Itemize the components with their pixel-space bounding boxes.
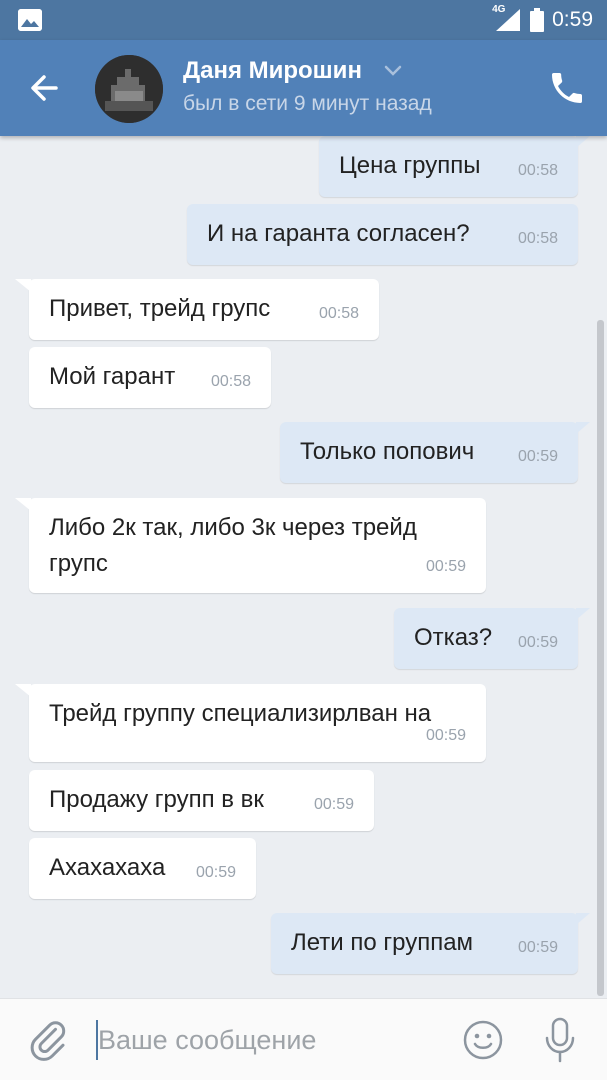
bubble-tail bbox=[576, 608, 590, 620]
message-time: 00:59 bbox=[517, 939, 558, 956]
message-bubble-incoming[interactable]: Трейд группу специализирлван на 00:59 bbox=[15, 684, 486, 762]
battery-icon bbox=[530, 8, 545, 32]
gallery-icon bbox=[18, 9, 42, 31]
back-button[interactable] bbox=[24, 68, 68, 108]
message-text: Ахахахаха bbox=[49, 854, 166, 881]
message-text: Мой гарант bbox=[49, 363, 176, 390]
signal-icon: 4G bbox=[492, 4, 522, 32]
message-text: И на гаранта согласен? bbox=[207, 220, 470, 247]
bubble-tail bbox=[576, 913, 590, 925]
bubble-tail bbox=[15, 279, 31, 292]
message-input[interactable] bbox=[98, 1019, 438, 1061]
message-text: Трейд группу специализирлван на bbox=[49, 700, 432, 727]
message-time: 00:59 bbox=[517, 448, 558, 465]
message-bubble-outgoing[interactable]: И на гаранта согласен? 00:58 bbox=[187, 204, 578, 265]
attach-button[interactable] bbox=[28, 1019, 68, 1063]
phone-icon bbox=[552, 73, 582, 103]
message-time: 00:58 bbox=[517, 230, 558, 247]
message-text: Продажу групп в вк bbox=[49, 786, 264, 813]
message-bubble-incoming[interactable]: Привет, трейд групс 00:58 bbox=[15, 279, 379, 340]
message-time: 00:59 bbox=[517, 634, 558, 651]
message-text: Привет, трейд групс bbox=[49, 295, 271, 322]
message-time: 00:59 bbox=[425, 558, 466, 575]
message-time: 00:58 bbox=[318, 305, 359, 322]
message-time: 00:58 bbox=[517, 162, 558, 179]
message-time: 00:59 bbox=[195, 864, 236, 881]
last-seen-status: был в сети 9 минут назад bbox=[183, 92, 432, 115]
message-text: Отказ? bbox=[414, 624, 493, 651]
message-bubble-outgoing[interactable]: Цена группы 00:58 bbox=[319, 136, 590, 197]
bubble-tail bbox=[15, 498, 31, 511]
voice-message-button[interactable] bbox=[543, 1016, 577, 1064]
message-text: Цена группы bbox=[339, 152, 481, 179]
microphone-icon bbox=[545, 1017, 575, 1063]
scrollbar[interactable] bbox=[597, 320, 604, 996]
status-time: 0:59 bbox=[552, 8, 593, 31]
message-bubble-incoming[interactable]: Либо 2к так, либо 3к через трейд групс 0… bbox=[15, 498, 486, 593]
chevron-down-icon[interactable] bbox=[383, 64, 403, 83]
message-list[interactable]: Цена группы 00:58 И на гаранта согласен?… bbox=[0, 136, 607, 998]
message-bubble-incoming[interactable]: Ахахахаха 00:59 bbox=[29, 838, 256, 899]
message-time: 00:59 bbox=[425, 727, 466, 744]
message-bubble-outgoing[interactable]: Только попович 00:59 bbox=[280, 422, 590, 483]
message-time: 00:59 bbox=[313, 796, 354, 813]
emoji-button[interactable] bbox=[462, 1019, 504, 1061]
message-text: Только попович bbox=[300, 438, 475, 465]
back-arrow-icon bbox=[31, 75, 58, 101]
message-composer bbox=[0, 998, 607, 1080]
avatar[interactable] bbox=[95, 55, 163, 123]
status-bar: 4G 0:59 bbox=[0, 0, 607, 40]
bubble-tail bbox=[15, 684, 31, 697]
message-time: 00:58 bbox=[210, 373, 251, 390]
message-bubble-incoming[interactable]: Мой гарант 00:58 bbox=[29, 347, 271, 408]
message-bubble-outgoing[interactable]: Лети по группам 00:59 bbox=[271, 913, 590, 974]
contact-name[interactable]: Даня Мирошин bbox=[183, 57, 362, 85]
message-text: Лети по группам bbox=[291, 929, 474, 956]
message-bubble-incoming[interactable]: Продажу групп в вк 00:59 bbox=[29, 770, 374, 831]
message-bubble-outgoing[interactable]: Отказ? 00:59 bbox=[394, 608, 590, 669]
chat-header: Даня Мирошин был в сети 9 минут назад bbox=[0, 40, 607, 136]
paperclip-icon bbox=[30, 1021, 66, 1061]
call-button[interactable] bbox=[547, 68, 587, 108]
smiley-icon bbox=[463, 1020, 503, 1060]
bubble-tail bbox=[576, 422, 590, 434]
status-indicators: 4G 0:59 bbox=[492, 4, 593, 34]
message-text: Либо 2к так, либо 3к через трейд групс bbox=[49, 514, 417, 577]
